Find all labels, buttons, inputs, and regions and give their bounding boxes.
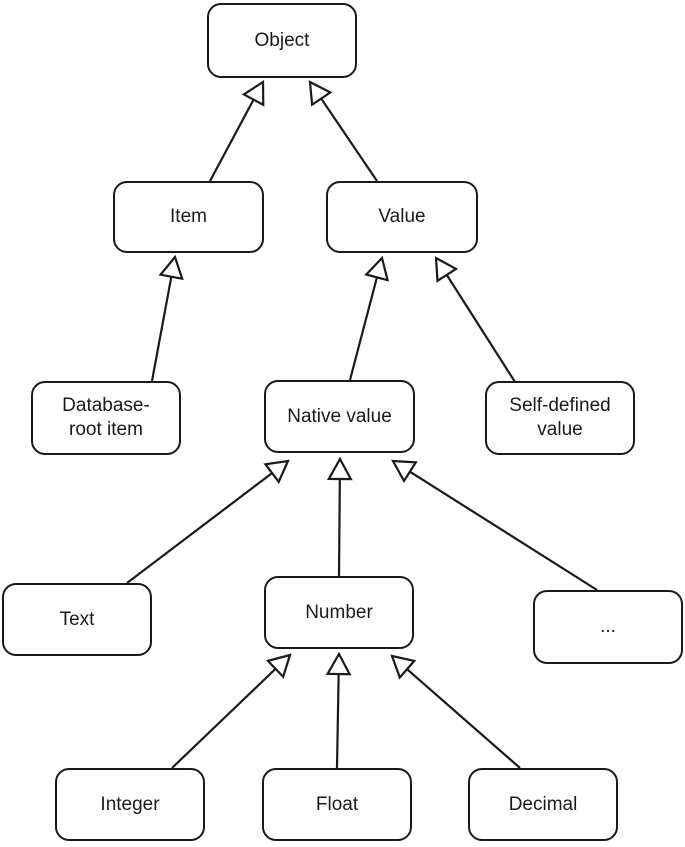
hollow-arrowhead-icon <box>325 651 352 676</box>
edge-line <box>150 276 173 382</box>
edge-line <box>445 274 516 383</box>
edge-more-to-native-value <box>391 459 598 591</box>
node-value: Value <box>326 181 478 253</box>
edge-native-value-to-value <box>348 255 390 381</box>
hollow-arrowhead-icon <box>308 80 333 107</box>
node-decimal: Decimal <box>468 768 618 841</box>
edge-self-defined-value-to-value <box>434 256 516 383</box>
edge-line <box>337 478 341 577</box>
edge-line <box>126 472 273 584</box>
hollow-arrowhead-icon <box>391 459 418 484</box>
node-native-value: Native value <box>264 380 415 453</box>
hollow-arrowhead-icon <box>364 255 390 282</box>
node-object: Object <box>207 3 357 78</box>
node-self-defined-value: Self-defined value <box>485 381 635 455</box>
edge-text-to-native-value <box>126 459 290 584</box>
edge-line <box>409 470 598 591</box>
node-more: ... <box>533 590 683 664</box>
edge-line <box>348 277 378 381</box>
hollow-arrowhead-icon <box>390 654 417 680</box>
edge-number-to-native-value <box>326 456 353 577</box>
node-integer: Integer <box>55 768 205 841</box>
edge-line <box>335 673 340 769</box>
edge-item-to-object <box>209 79 265 182</box>
edge-database-root-item-to-item <box>150 254 184 382</box>
edge-decimal-to-number <box>390 654 521 769</box>
node-number: Number <box>264 576 414 649</box>
edge-value-to-object <box>308 80 378 182</box>
edge-line <box>171 668 277 769</box>
edge-line <box>406 668 521 769</box>
node-float: Float <box>262 768 412 841</box>
edge-line <box>209 99 255 182</box>
edge-line <box>320 97 378 182</box>
node-item: Item <box>113 181 264 253</box>
node-database-root-item: Database- root item <box>31 381 181 455</box>
hollow-arrowhead-icon <box>434 256 459 283</box>
hollow-arrowhead-icon <box>326 456 353 481</box>
node-text: Text <box>2 583 152 656</box>
edge-float-to-number <box>325 651 352 769</box>
hollow-arrowhead-icon <box>263 459 290 484</box>
hollow-arrowhead-icon <box>158 254 184 281</box>
edge-integer-to-number <box>171 653 292 769</box>
